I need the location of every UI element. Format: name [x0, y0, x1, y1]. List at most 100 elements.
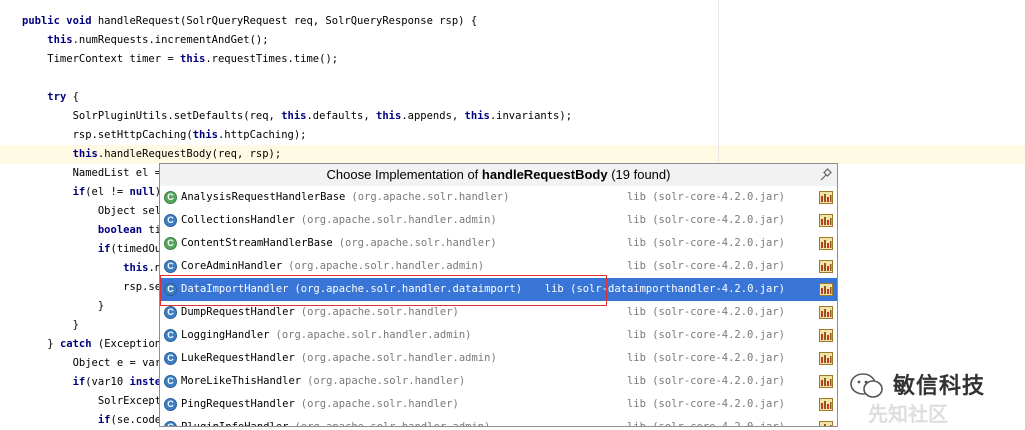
code-text: Object sel — [22, 205, 162, 217]
code-text: Object e = varl — [22, 357, 168, 369]
code-text: .requestTimes.time(); — [205, 53, 339, 65]
package-name: (org.apache.solr.handler) — [307, 375, 466, 387]
code-line: this.handleRequestBody(req, rsp); — [0, 145, 1025, 164]
code-line: try { — [0, 88, 1025, 107]
jar-library-icon — [819, 283, 833, 296]
library-name: lib (solr-core-4.2.0.jar) — [626, 260, 785, 272]
package-name: (org.apache.solr.handler) — [351, 191, 510, 203]
code-keyword: this — [123, 262, 149, 274]
abstract-class-icon: C — [164, 237, 177, 250]
code-text: .defaults, — [306, 110, 377, 122]
code-text: TimerContext timer = — [22, 53, 181, 65]
class-icon: C — [164, 214, 177, 227]
jar-library-icon — [819, 306, 833, 319]
library-name: lib (solr-core-4.2.0.jar) — [626, 306, 785, 318]
jar-library-icon — [819, 237, 833, 250]
code-text: SolrPluginUtils.setDefaults(req, — [22, 110, 282, 122]
jar-library-icon — [819, 214, 833, 227]
implementation-item[interactable]: C DataImportHandler (org.apache.solr.handl… — [160, 278, 837, 301]
code-keyword: if — [72, 186, 86, 198]
implementation-label: DataImportHandler (org.apache.solr.handle… — [181, 278, 522, 301]
implementation-label: LoggingHandler (org.apache.solr.handler.a… — [181, 324, 471, 347]
code-keyword: catch — [59, 338, 92, 350]
library-name: lib (solr-core-4.2.0.jar) — [626, 191, 785, 203]
choose-implementation-popup[interactable]: Choose Implementation of handleRequestBo… — [159, 163, 838, 427]
code-keyword: try — [47, 91, 67, 103]
code-text: } — [22, 319, 79, 331]
implementation-item[interactable]: C CoreAdminHandler (org.apache.solr.handle… — [160, 255, 837, 278]
package-name: (org.apache.solr.handler.dataimport) — [294, 283, 523, 295]
implementation-item[interactable]: C ContentStreamHandlerBase (org.apache.sol… — [160, 232, 837, 255]
library-name: lib (solr-core-4.2.0.jar) — [626, 237, 785, 249]
implementation-label: MoreLikeThisHandler (org.apache.solr.hand… — [181, 370, 465, 393]
code-keyword: boolean — [97, 224, 143, 236]
library-name: lib (solr-core-4.2.0.jar) — [626, 375, 785, 387]
code-keyword: this — [464, 110, 490, 122]
class-name: PingRequestHandler — [181, 398, 295, 410]
implementation-label: LukeRequestHandler (org.apache.solr.handl… — [181, 347, 497, 370]
implementation-list: C AnalysisRequestHandlerBase (org.apache.s… — [160, 186, 837, 427]
class-name: PluginInfoHandler — [181, 421, 289, 427]
implementation-label: ContentStreamHandlerBase (org.apache.solr… — [181, 232, 497, 255]
code-line: SolrPluginUtils.setDefaults(req, this.de… — [0, 107, 1025, 126]
class-icon: C — [164, 375, 177, 388]
popup-found-count: (19 found) — [607, 167, 671, 182]
implementation-item[interactable]: C PingRequestHandler (org.apache.solr.hand… — [160, 393, 837, 416]
code-text: .handleRequestBody(req, rsp); — [97, 148, 282, 160]
popup-header: Choose Implementation of handleRequestBo… — [160, 164, 837, 187]
abstract-class-icon: C — [164, 191, 177, 204]
class-icon: C — [164, 329, 177, 342]
implementation-item[interactable]: C LukeRequestHandler (org.apache.solr.hand… — [160, 347, 837, 370]
implementation-item[interactable]: C PluginInfoHandler (org.apache.solr.handl… — [160, 416, 837, 427]
code-line: rsp.setHttpCaching(this.httpCaching); — [0, 126, 1025, 145]
implementation-item[interactable]: C CollectionsHandler (org.apache.solr.hand… — [160, 209, 837, 232]
code-keyword: this — [72, 148, 98, 160]
code-keyword: if — [72, 376, 86, 388]
code-text: NamedList el = — [22, 167, 168, 179]
package-name: (org.apache.solr.handler) — [300, 306, 459, 318]
class-name: MoreLikeThisHandler — [181, 375, 302, 387]
class-name: ContentStreamHandlerBase — [181, 237, 333, 249]
code-keyword: inste — [129, 376, 162, 388]
code-text: (se.code — [110, 414, 162, 426]
code-keyword: this — [376, 110, 402, 122]
package-name: (org.apache.solr.handler.admin) — [288, 260, 485, 272]
pin-icon[interactable] — [819, 168, 833, 182]
code-line: TimerContext timer = this.requestTimes.t… — [0, 50, 1025, 69]
implementation-item[interactable]: C LoggingHandler (org.apache.solr.handler.… — [160, 324, 837, 347]
code-text: (var10 — [85, 376, 130, 388]
class-icon: C — [164, 260, 177, 273]
code-keyword: this — [192, 129, 218, 141]
implementation-label: CoreAdminHandler (org.apache.solr.handler… — [181, 255, 484, 278]
implementation-item[interactable]: C MoreLikeThisHandler (org.apache.solr.han… — [160, 370, 837, 393]
class-name: DumpRequestHandler — [181, 306, 295, 318]
class-icon: C — [164, 306, 177, 319]
code-keyword: if — [97, 414, 111, 426]
code-text: { — [66, 91, 79, 103]
code-text: .appends, — [401, 110, 465, 122]
package-name: (org.apache.solr.handler.admin) — [300, 214, 497, 226]
library-name: lib (solr-core-4.2.0.jar) — [626, 352, 785, 364]
code-keyword: if — [97, 243, 111, 255]
implementation-label: DumpRequestHandler (org.apache.solr.handl… — [181, 301, 459, 324]
jar-library-icon — [819, 352, 833, 365]
implementation-item[interactable]: C DumpRequestHandler (org.apache.solr.hand… — [160, 301, 837, 324]
class-icon: C — [164, 352, 177, 365]
implementation-item[interactable]: C AnalysisRequestHandlerBase (org.apache.s… — [160, 186, 837, 209]
implementation-label: CollectionsHandler (org.apache.solr.handl… — [181, 209, 497, 232]
wechat-icon — [850, 373, 883, 398]
code-text: rsp.set — [22, 281, 168, 293]
implementation-label: AnalysisRequestHandlerBase (org.apache.so… — [181, 186, 509, 209]
code-text: .numRequests.incrementAndGet(); — [72, 34, 269, 46]
code-keyword: this — [180, 53, 206, 65]
implementation-label: PluginInfoHandler (org.apache.solr.handle… — [181, 416, 490, 427]
code-text: handleRequest(SolrQueryRequest req, Solr… — [97, 15, 478, 27]
jar-library-icon — [819, 260, 833, 273]
library-name: lib (solr-core-4.2.0.jar) — [626, 214, 785, 226]
